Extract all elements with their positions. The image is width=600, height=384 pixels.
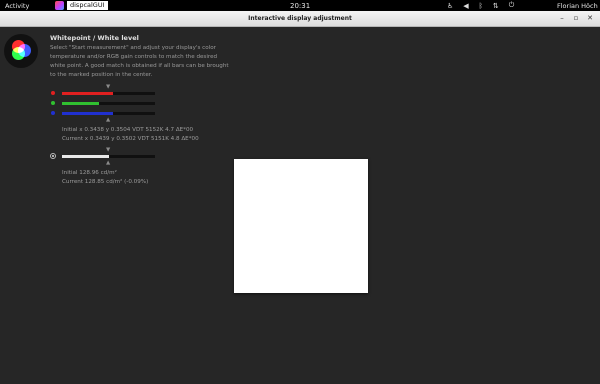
- activities-button[interactable]: Activity: [5, 2, 29, 10]
- close-icon[interactable]: ✕: [586, 14, 594, 22]
- blue-channel-icon: [51, 111, 55, 115]
- luminance-current-reading: Current 128.85 cd/m² (-0.09%): [62, 179, 149, 185]
- measurement-patch: [234, 159, 368, 293]
- target-marker-top-icon: ▼: [106, 84, 111, 90]
- window-title: Interactive display adjustment: [248, 15, 352, 22]
- network-icon[interactable]: ⇅: [493, 2, 499, 10]
- red-gain-fill: [62, 92, 114, 95]
- whitepoint-current-reading: Current x 0.3439 y 0.3502 VDT 5151K 4.8 …: [62, 136, 199, 142]
- whitepoint-initial-reading: Initial x 0.3438 y 0.3504 VDT 5152K 4.7 …: [62, 127, 194, 133]
- app-menu-label[interactable]: dispcalGUI: [67, 1, 108, 10]
- window-titlebar[interactable]: Interactive display adjustment – ▫ ✕: [0, 11, 600, 27]
- clock[interactable]: 20:31: [290, 2, 310, 10]
- green-gain-fill: [62, 102, 100, 105]
- green-gain-bar: [62, 102, 155, 105]
- instructions-text: Select "Start measurement" and adjust yo…: [50, 45, 229, 78]
- luminance-marker-bottom-icon: ▲: [106, 160, 111, 166]
- luminance-bar: [62, 155, 155, 158]
- bluetooth-icon[interactable]: ᛒ: [479, 2, 483, 10]
- volume-icon[interactable]: ◀: [463, 2, 468, 10]
- target-marker-bottom-icon: ▲: [106, 117, 111, 123]
- red-gain-bar: [62, 92, 155, 95]
- system-tray: ♿ ◀ ᛒ ⇅ ⏻: [447, 1, 524, 10]
- blue-gain-bar: [62, 112, 155, 115]
- accessibility-icon[interactable]: ♿: [447, 2, 453, 10]
- green-channel-icon: [51, 101, 55, 105]
- power-icon[interactable]: ⏻: [509, 1, 515, 10]
- top-bar: Activity dispcalGUI 20:31 ♿ ◀ ᛒ ⇅ ⏻ Flor…: [0, 0, 600, 11]
- maximize-icon[interactable]: ▫: [572, 14, 580, 22]
- dispcalgui-app-icon: [55, 1, 64, 10]
- luminance-fill: [62, 155, 109, 158]
- rgb-color-logo: [4, 34, 38, 68]
- blue-gain-fill: [62, 112, 114, 115]
- minimize-icon[interactable]: –: [558, 14, 566, 22]
- luminance-marker-top-icon: ▼: [106, 147, 111, 153]
- red-channel-icon: [51, 91, 55, 95]
- green-circle-icon: [12, 47, 25, 60]
- luminance-icon: [50, 153, 56, 159]
- user-menu[interactable]: Florian Höch: [557, 2, 598, 10]
- luminance-initial-reading: Initial 128.96 cd/m²: [62, 170, 117, 176]
- section-heading: Whitepoint / White level: [50, 34, 139, 42]
- app-menu[interactable]: dispcalGUI: [55, 1, 108, 10]
